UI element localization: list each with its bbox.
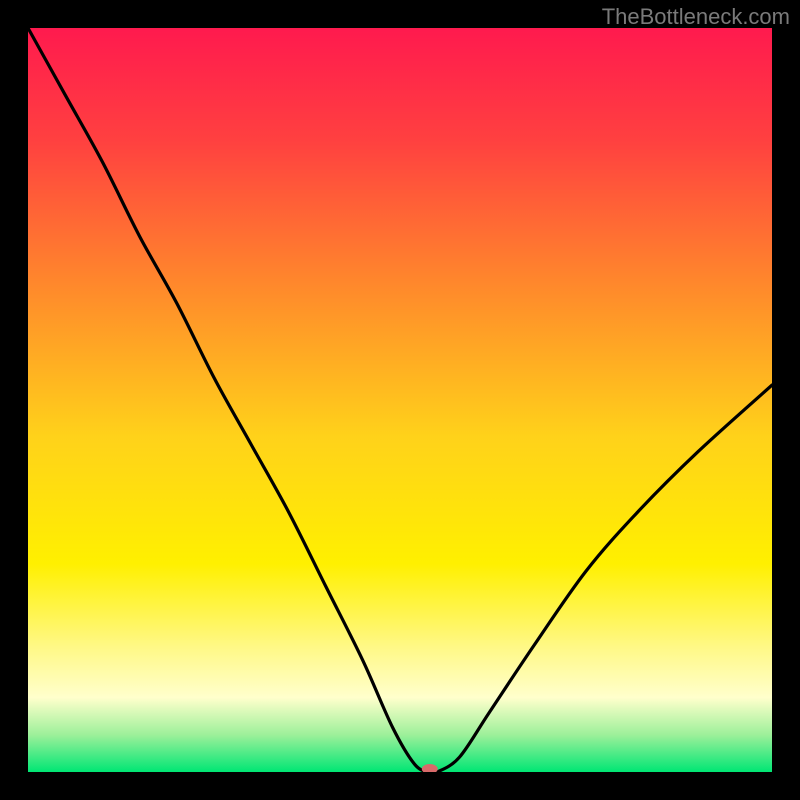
chart-svg [28, 28, 772, 772]
watermark-text: TheBottleneck.com [602, 4, 790, 30]
chart-background [28, 28, 772, 772]
plot-area [28, 28, 772, 772]
